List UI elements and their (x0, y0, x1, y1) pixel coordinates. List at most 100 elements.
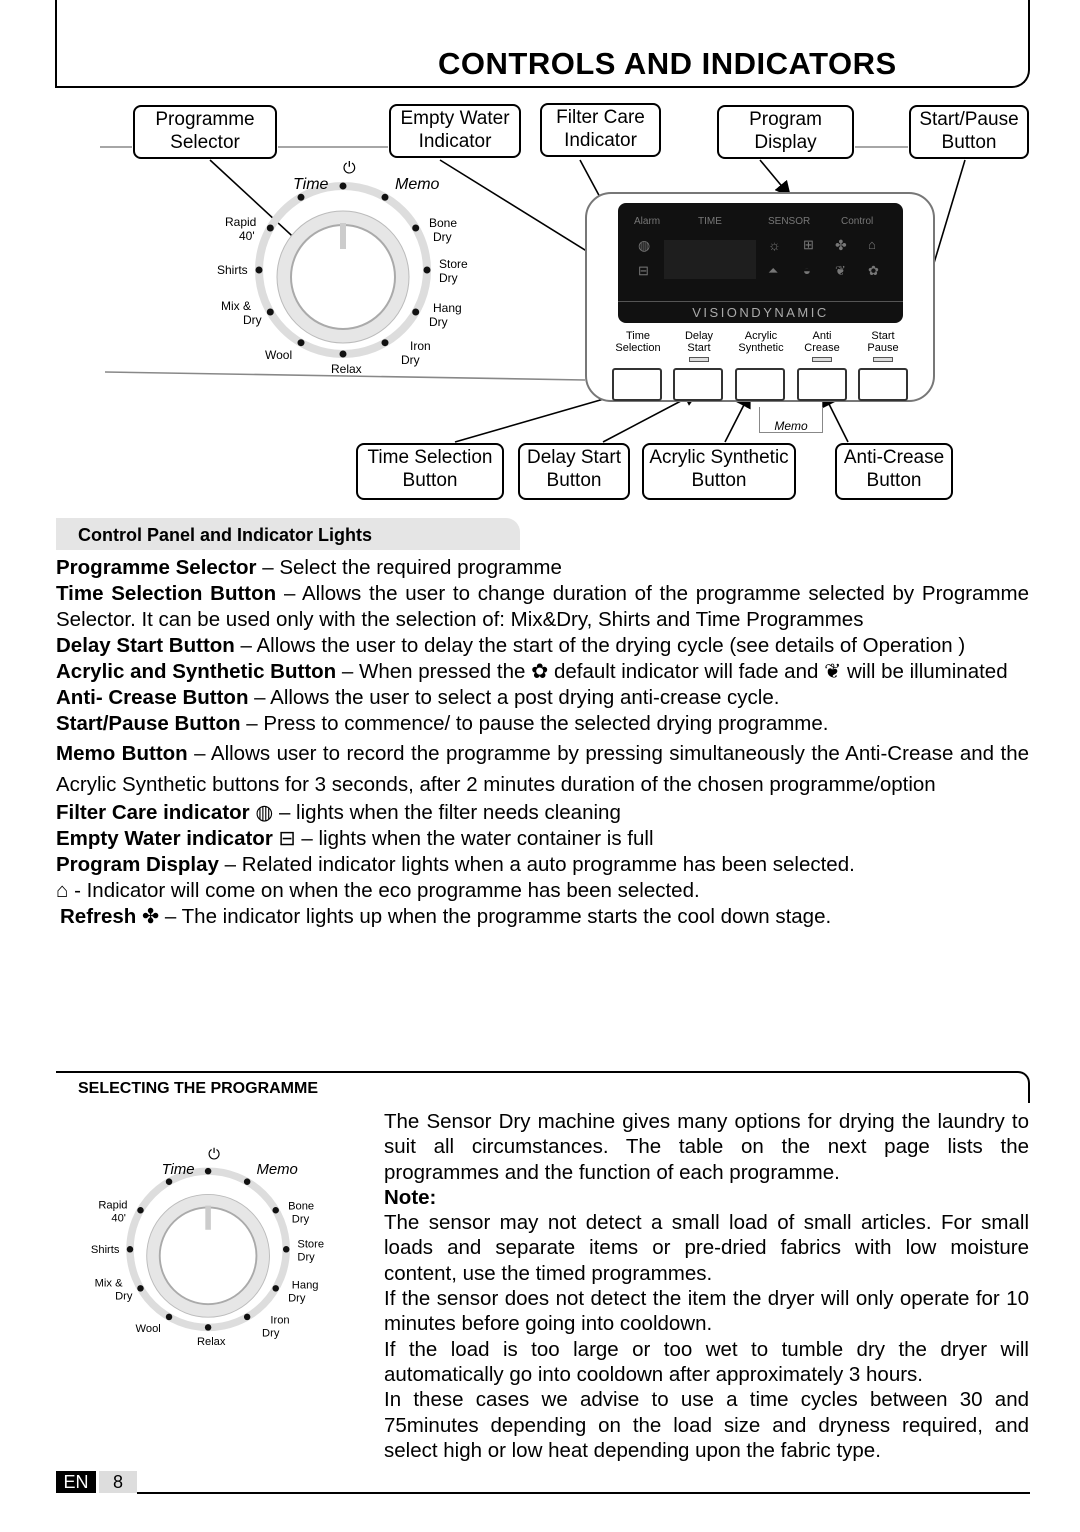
dial-position-dot (204, 1167, 212, 1175)
refresh-icon: ✤ (142, 905, 160, 928)
store-dry-icon: ⊞ (803, 237, 814, 252)
callout-delay-start: Delay Start Button (518, 443, 630, 500)
desc: default indicator will fade and (548, 660, 825, 683)
selecting-text: The Sensor Dry machine gives many option… (384, 1109, 1029, 1463)
iron-label-2: Dry (401, 353, 420, 367)
iron-dry-icon: ◒ (803, 263, 811, 278)
callout-time-selection: Time Selection Button (356, 443, 504, 500)
dial-position-dot (381, 339, 389, 347)
dial-position-dot (381, 193, 389, 201)
rapid-label: Rapid (225, 215, 257, 229)
wool-label: Wool (135, 1321, 161, 1335)
dial-position-dot (165, 1178, 173, 1185)
cotton-icon: ✿ (531, 660, 549, 683)
iron-label: Iron (410, 339, 431, 353)
time-selection-button[interactable] (612, 368, 662, 401)
term: Programme Selector (56, 556, 257, 579)
desc: – Allows the user to delay the start of … (234, 634, 966, 657)
anti-crease-led (812, 357, 832, 362)
desc-anti-crease: Anti- Crease Button – Allows the user to… (56, 685, 1029, 711)
desc-start-pause: Start/Pause Button – Press to commence/ … (56, 711, 1029, 737)
footer-rule (137, 1492, 1030, 1494)
desc: – lights when the filter needs cleaning (273, 801, 621, 824)
section-heading: Control Panel and Indicator Lights (56, 518, 520, 550)
term: Acrylic and Synthetic Button (56, 660, 337, 683)
label-line: Pause (867, 342, 899, 354)
rapid-label: Rapid (98, 1198, 128, 1212)
bone-label: Bone (288, 1199, 315, 1213)
term: Refresh (60, 905, 137, 928)
store-label: Store (297, 1237, 325, 1251)
shirts-label: Shirts (90, 1242, 120, 1256)
label-line: Crease (804, 342, 840, 354)
language-badge: EN (56, 1471, 96, 1493)
note-paragraph: If the sensor does not detect the item t… (384, 1287, 1029, 1336)
callout-anti-crease: Anti-Crease Button (835, 443, 953, 500)
dial-position-dot (137, 1285, 144, 1292)
dial-position-dot (243, 1313, 251, 1321)
callout-programme-selector: Programme Selector (133, 105, 277, 159)
callout-text: Button (941, 132, 997, 153)
cotton-icon: ✿ (868, 263, 879, 278)
bone-label: Bone (429, 216, 458, 230)
dial-position-dot (255, 266, 263, 274)
section-heading-2: SELECTING THE PROGRAMME (56, 1071, 1030, 1103)
start-pause-button[interactable] (858, 368, 908, 401)
memo-label: Memo (395, 176, 440, 193)
callout-text: Button (866, 470, 922, 491)
term: Time Selection Button (56, 582, 277, 605)
label-anti-crease: Anti Crease (787, 330, 857, 354)
label-time-selection: Time Selection (603, 330, 673, 354)
callout-program-display: Program Display (717, 105, 854, 159)
label-line: Synthetic (738, 342, 784, 354)
anti-crease-button[interactable] (797, 368, 847, 401)
page-number: 8 (99, 1471, 137, 1493)
desc-refresh: Refresh ✤ – The indicator lights up when… (56, 904, 1029, 930)
dial-position-dot (126, 1246, 134, 1253)
filter-care-icon: ◍ (255, 801, 274, 824)
time-label: Time (293, 176, 329, 193)
memo-label: Memo (774, 419, 808, 433)
desc-programme-selector: Programme Selector – Select the required… (56, 555, 1029, 581)
term: Anti- Crease Button (56, 686, 249, 709)
dial-position-dot (412, 308, 420, 316)
acrylic-synthetic-button[interactable] (735, 368, 785, 401)
desc: – lights when the water container is ful… (295, 827, 654, 850)
label-line: Start (687, 342, 711, 354)
dial-position-dot (272, 1206, 279, 1214)
dial-position-dot (282, 1246, 290, 1253)
store-label-2: Dry (439, 271, 458, 285)
hang-label-2: Dry (429, 315, 448, 329)
callout-text: Filter Care (556, 107, 645, 128)
dial-position-dot (412, 224, 420, 232)
screen-label-alarm: Alarm (634, 216, 661, 227)
delay-start-button[interactable] (673, 368, 723, 401)
empty-water-icon: ⊟ (278, 827, 296, 850)
programme-selector-dial[interactable]: ⏻ Time Memo Rapid 40' Shirts Mix & Dry Wool Relax… (173, 160, 513, 390)
callout-text: Acrylic Synthetic (649, 447, 789, 468)
note-label: Note: (384, 1185, 437, 1209)
callout-text: Selector (170, 132, 240, 153)
mix-label-2: Dry (243, 313, 262, 327)
start-pause-led (873, 357, 893, 362)
rapid-label-2: 40' (239, 229, 255, 243)
eco-icon: ⌂ (56, 879, 69, 902)
term: Memo Button (56, 742, 188, 765)
desc-empty-water: Empty Water indicator ⊟ – lights when th… (56, 826, 1029, 852)
dial-position-dot (266, 224, 274, 232)
programme-selector-dial-small: ⏻ Time Memo Rapid 40' Shirts Mix & Dry Wool Relax… (50, 1147, 366, 1361)
time-label: Time (161, 1161, 195, 1178)
callout-empty-water: Empty Water Indicator (389, 104, 521, 158)
screen-label-control: Control (841, 216, 874, 227)
power-label: ⏻ (208, 1147, 220, 1163)
description-list: Programme Selector – Select the required… (56, 555, 1029, 930)
dial-position-dot (339, 350, 347, 358)
eco-icon: ⌂ (868, 237, 876, 252)
relax-label: Relax (331, 362, 362, 376)
callout-start-pause: Start/Pause Button (909, 105, 1029, 159)
delay-start-led (689, 357, 709, 362)
power-label: ⏻ (343, 160, 356, 177)
label-line: Anti (812, 330, 832, 342)
desc: – The indicator lights up when the progr… (159, 905, 832, 928)
desc: - Indicator will come on when the eco pr… (68, 879, 700, 902)
